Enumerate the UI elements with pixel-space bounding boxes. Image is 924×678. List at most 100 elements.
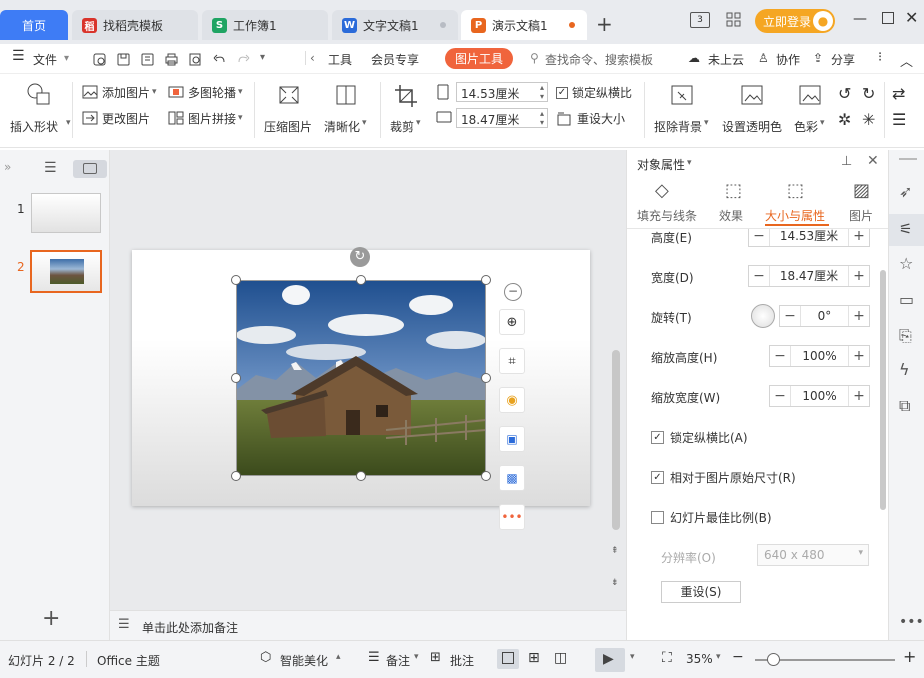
brightness-icon[interactable]: ✲ [838,110,851,129]
undo-icon[interactable] [212,52,227,67]
collapse-ribbon-icon[interactable]: ︿ [900,51,913,70]
lock-ratio-option[interactable]: ✓ 锁定纵横比(A) [651,429,748,446]
comment-icon[interactable]: ▭ [899,290,914,309]
rotate-right-icon[interactable]: ↻ [862,84,875,103]
vip-menu[interactable]: 会员专享 [371,51,419,68]
print-icon[interactable] [164,52,179,67]
scroll-left-icon[interactable]: ‹ [305,51,315,65]
tab-document[interactable]: W 文字文稿1 [332,10,458,40]
reset-button[interactable]: 重设(S) [661,581,741,603]
zoom-level[interactable]: 35% [686,652,713,666]
width-input[interactable]: 18.47厘米 ▴ ▾ [456,108,548,128]
window-layout-icon[interactable]: 3 [690,12,710,28]
backup-icon[interactable]: ⎘ [899,326,912,346]
book-icon[interactable]: ⧉ [899,396,910,416]
close-window-icon[interactable]: ✕ [905,8,918,27]
scale-height-input[interactable]: −100% + [769,345,870,367]
tab-presentation[interactable]: P 演示文稿1 [461,10,587,40]
rocket-icon[interactable]: ➶ [899,182,912,201]
tab-home[interactable]: 首页 [0,10,68,40]
comments-button[interactable]: 批注 [450,652,474,669]
resize-handle[interactable] [356,471,366,481]
pin-icon[interactable]: ⊥ [841,154,852,169]
vertical-scrollbar[interactable] [612,350,620,530]
scale-width-input[interactable]: −100% + [769,385,870,407]
resize-handle[interactable] [481,471,491,481]
smart-beautify-button[interactable]: 智能美化 [280,652,328,669]
picture-to-text-button[interactable]: ▣ [499,426,525,452]
multi-carousel-button[interactable]: 多图轮播 ▾ [168,82,243,102]
chevron-up-icon[interactable]: ▴ [336,652,341,662]
file-menu[interactable]: 文件 [33,51,57,68]
close-panel-icon[interactable]: ✕ [867,153,879,169]
slide-thumbnail-1[interactable] [31,193,101,233]
resize-handle[interactable] [231,373,241,383]
chevron-down-icon[interactable]: ▾ [64,53,69,64]
tab-size-properties[interactable]: ⬚ 大小与属性 [765,180,829,226]
color-button[interactable]: 色彩 ▾ [792,80,832,140]
rotate-handle-icon[interactable]: ↻ [350,247,370,267]
crop-button[interactable]: 裁剪 ▾ [388,80,428,140]
compress-picture-button[interactable]: 压缩图片 [262,80,318,140]
chevron-down-icon[interactable]: ▾ [414,652,419,662]
resize-handle[interactable] [481,373,491,383]
add-slide-icon[interactable]: + [42,608,60,630]
theme-name[interactable]: Office 主题 [97,652,160,669]
tab-picture[interactable]: ▨ 图片 [849,180,879,224]
resize-handle[interactable] [231,275,241,285]
flip-icon[interactable]: ⇄ [892,84,905,103]
zoom-picture-button[interactable]: ⊕ [499,309,525,335]
insert-shape-button[interactable]: 插入形状 ▾ [8,80,71,140]
share-button[interactable]: 分享 [831,51,855,68]
align-icon[interactable]: ☰ [892,110,906,129]
collab-button[interactable]: 协作 [776,51,800,68]
relative-size-option[interactable]: ✓ 相对于图片原始尺寸(R) [651,469,796,486]
lightning-icon[interactable]: ϟ [899,360,910,379]
tab-effects[interactable]: ⬚ 效果 [717,180,757,224]
scroll-down-icon[interactable]: ⇟ [611,578,619,588]
add-picture-button[interactable]: 添加图片 ▾ [82,82,157,102]
grid-view-icon[interactable]: ⊞ [528,650,540,666]
notes-button[interactable]: 备注 [386,652,410,669]
more-actions-button[interactable]: ••• [499,504,525,530]
tab-workbook[interactable]: S 工作簿1 [202,10,328,40]
hamburger-icon[interactable]: ☰ [12,48,25,64]
chevron-down-icon[interactable]: ▾ [687,158,692,168]
remove-background-button[interactable]: 抠除背景 ▾ [652,80,714,140]
clarity-button[interactable]: 清晰化 ▾ [322,80,372,140]
slide-view-tab[interactable] [73,160,107,178]
more-sidebar-icon[interactable]: ••• [899,614,924,630]
properties-sidebar-item[interactable]: ⚟ [889,214,924,246]
tools-menu[interactable]: 工具 [316,51,352,68]
best-ratio-option[interactable]: 幻灯片最佳比例(B) [651,509,772,526]
scroll-up-icon[interactable]: ⇞ [611,546,619,556]
panel-width-input[interactable]: −18.47厘米 + [748,265,870,287]
login-button[interactable]: 立即登录 ● [755,9,835,33]
resize-handle[interactable] [231,471,241,481]
chevron-down-icon[interactable]: ▾ [630,652,635,662]
notes-bar[interactable]: ☰ 单击此处添加备注 [110,610,626,640]
more-options-icon[interactable]: ⁝ [878,50,882,65]
collapse-toolbar-icon[interactable]: − [504,283,522,301]
grid-apps-icon[interactable] [726,12,742,28]
picture-tools-tab[interactable]: 图片工具 [445,48,514,69]
new-tab-button[interactable]: + [596,12,613,36]
picture-edit-button[interactable]: ▩ [499,465,525,491]
smart-suggest-button[interactable]: ◉ [499,387,525,413]
resolution-select[interactable]: 640 x 480 ▾ [757,544,869,566]
more-chevron-icon[interactable]: ▾ [260,52,265,67]
save-cloud-icon[interactable] [92,52,107,67]
outline-view-icon[interactable]: ☰ [44,160,57,176]
collapse-panel-icon[interactable]: » [4,160,11,174]
play-button[interactable]: ▶ [595,648,625,672]
print-preview-icon[interactable] [188,52,203,67]
reading-view-icon[interactable]: ◫ [554,650,567,666]
lock-ratio-checkbox[interactable]: ✓ 锁定纵横比 [556,84,632,101]
slide-thumbnail-2[interactable] [30,250,102,293]
minimize-icon[interactable]: — [853,11,867,27]
rotate-dial[interactable] [751,304,775,328]
redo-icon[interactable] [236,52,251,67]
set-transparent-button[interactable]: 设置透明色 [720,80,786,140]
panel-scrollbar[interactable] [880,270,886,510]
picture-collage-button[interactable]: 图片拼接 ▾ [168,108,243,128]
